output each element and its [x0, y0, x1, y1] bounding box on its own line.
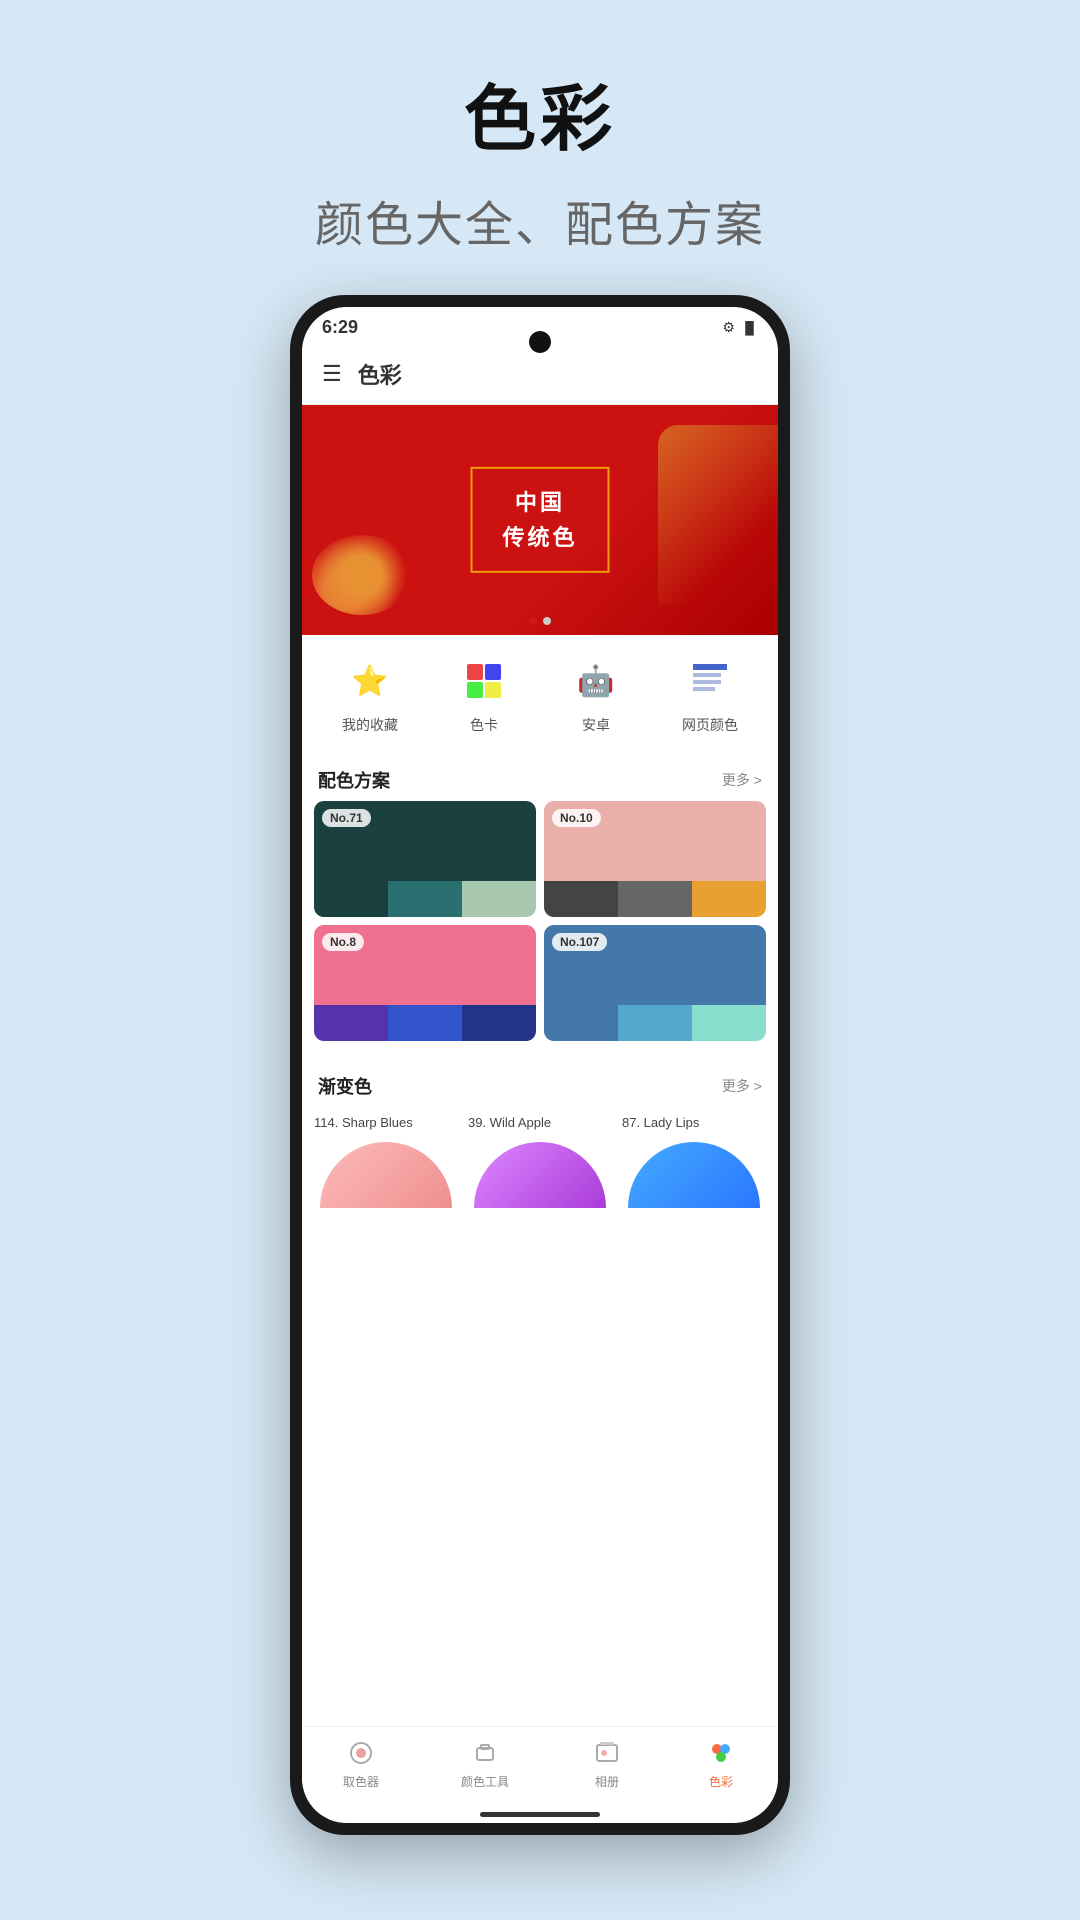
- nav-color-tool[interactable]: 颜色工具: [461, 1737, 509, 1790]
- color-card-icon: [458, 655, 510, 707]
- gradient-more[interactable]: 更多 >: [722, 1076, 762, 1096]
- schemes-grid: No.71 No.10: [302, 801, 778, 1053]
- favorites-label: 我的收藏: [342, 715, 398, 735]
- status-icons: ⚙ ▐▌: [722, 319, 758, 336]
- color-picker-nav-icon: [345, 1737, 377, 1769]
- android-label: 安卓: [582, 715, 610, 735]
- gear-icon: ⚙: [722, 319, 735, 336]
- android-icon: 🤖: [570, 655, 622, 707]
- gradient-section-header: 渐变色 更多 >: [302, 1061, 778, 1107]
- gradient-card-wild-apple[interactable]: 39. Wild Apple: [468, 1115, 612, 1214]
- home-indicator: [302, 1806, 778, 1823]
- status-bar: 6:29 ⚙ ▐▌: [302, 307, 778, 344]
- quick-action-favorites[interactable]: ⭐ 我的收藏: [342, 655, 398, 735]
- schemes-more[interactable]: 更多 >: [722, 770, 762, 790]
- quick-action-android[interactable]: 🤖 安卓: [570, 655, 622, 735]
- home-bar: [480, 1812, 600, 1817]
- color-tool-nav-icon: [469, 1737, 501, 1769]
- scheme-number-107: No.107: [552, 933, 607, 951]
- banner[interactable]: 中国 传统色: [302, 405, 778, 635]
- page-title: 色彩: [315, 60, 765, 165]
- bottom-nav: 取色器 颜色工具: [302, 1726, 778, 1806]
- scheme-card-10[interactable]: No.10: [544, 801, 766, 917]
- banner-dot-2[interactable]: [543, 617, 551, 625]
- gradient-circle-1: [314, 1136, 458, 1214]
- banner-text-container: 中国 传统色: [470, 467, 609, 573]
- scroll-content[interactable]: 中国 传统色 ⭐ 我的收藏: [302, 405, 778, 1726]
- banner-dot-1[interactable]: [529, 617, 537, 625]
- signal-icon: ▐▌: [741, 321, 758, 335]
- scheme-number-10: No.10: [552, 809, 601, 827]
- camera-notch: [529, 331, 551, 353]
- page-subtitle: 颜色大全、配色方案: [315, 185, 765, 255]
- schemes-title: 配色方案: [318, 767, 390, 793]
- nav-color-app[interactable]: 色彩: [705, 1737, 737, 1790]
- nav-color-tool-label: 颜色工具: [461, 1773, 509, 1790]
- banner-line2: 传统色: [502, 520, 577, 555]
- scheme-card-71[interactable]: No.71: [314, 801, 536, 917]
- app-bar-title: 色彩: [358, 358, 402, 390]
- gradient-card-lady-lips[interactable]: 87. Lady Lips: [622, 1115, 766, 1214]
- scheme-card-8[interactable]: No.8: [314, 925, 536, 1041]
- banner-decoration-fireworks: [312, 535, 412, 615]
- nav-color-app-label: 色彩: [709, 1773, 733, 1790]
- gradient-circle-3: [622, 1136, 766, 1214]
- quick-action-color-card[interactable]: 色卡: [458, 655, 510, 735]
- favorites-icon: ⭐: [344, 655, 396, 707]
- quick-action-web-color[interactable]: 网页颜色: [682, 655, 738, 735]
- color-app-nav-icon: [705, 1737, 737, 1769]
- status-time: 6:29: [322, 317, 358, 338]
- web-color-label: 网页颜色: [682, 715, 738, 735]
- color-card-label: 色卡: [470, 715, 498, 735]
- gradient-title: 渐变色: [318, 1073, 372, 1099]
- nav-album[interactable]: 相册: [591, 1737, 623, 1790]
- phone-frame: 6:29 ⚙ ▐▌ ☰ 色彩: [290, 295, 790, 1835]
- album-nav-icon: [591, 1737, 623, 1769]
- page-header: 色彩 颜色大全、配色方案: [315, 0, 765, 255]
- banner-dots: [529, 617, 551, 625]
- gradient-circle-2: [468, 1136, 612, 1214]
- gradient-label-1: 114. Sharp Blues: [314, 1115, 458, 1130]
- phone-screen: 6:29 ⚙ ▐▌ ☰ 色彩: [302, 307, 778, 1823]
- nav-color-picker-label: 取色器: [343, 1773, 379, 1790]
- hamburger-icon[interactable]: ☰: [322, 361, 342, 387]
- gradient-card-sharp-blues[interactable]: 114. Sharp Blues: [314, 1115, 458, 1214]
- banner-line1: 中国: [502, 485, 577, 520]
- gradients-row: 114. Sharp Blues: [302, 1107, 778, 1230]
- scheme-number-71: No.71: [322, 809, 371, 827]
- gradient-section: 渐变色 更多 > 114. Sharp Blues: [302, 1053, 778, 1230]
- nav-album-label: 相册: [595, 1773, 619, 1790]
- gradient-label-3: 87. Lady Lips: [622, 1115, 766, 1130]
- scheme-number-8: No.8: [322, 933, 364, 951]
- web-color-icon: [684, 655, 736, 707]
- app-bar: ☰ 色彩: [302, 344, 778, 405]
- nav-color-picker[interactable]: 取色器: [343, 1737, 379, 1790]
- gradient-label-2: 39. Wild Apple: [468, 1115, 612, 1130]
- schemes-section-header: 配色方案 更多 >: [302, 755, 778, 801]
- quick-actions: ⭐ 我的收藏 色卡: [302, 635, 778, 755]
- scheme-card-107[interactable]: No.107: [544, 925, 766, 1041]
